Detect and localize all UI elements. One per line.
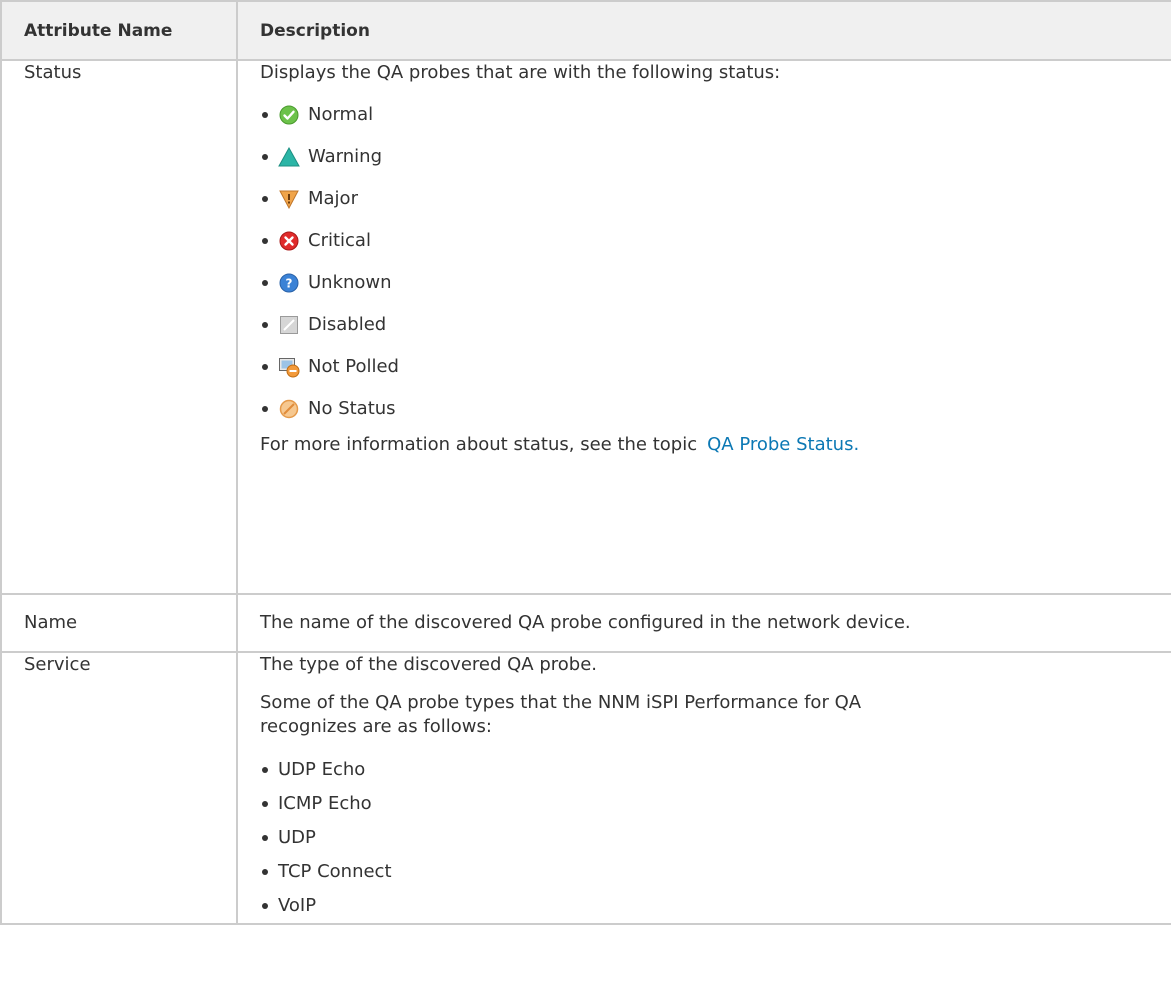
status-label: Major: [308, 188, 358, 209]
svg-text:?: ?: [286, 277, 293, 291]
list-item: ICMP Echo: [260, 787, 1161, 821]
service-type-text: The type of the discovered QA probe.: [260, 654, 597, 675]
name-description: The name of the discovered QA probe conf…: [236, 593, 1171, 653]
list-item: Disabled: [260, 307, 1161, 343]
qa-probe-status-link[interactable]: QA Probe Status.: [707, 434, 859, 455]
header-description: Description: [236, 0, 1171, 61]
list-item: Not Polled: [260, 349, 1161, 385]
critical-icon: [278, 230, 300, 252]
disabled-icon: [278, 314, 300, 336]
list-item: TCP Connect: [260, 855, 1161, 889]
unknown-icon: ?: [278, 272, 300, 294]
status-label: Unknown: [308, 272, 392, 293]
more-info-prefix: For more information about status, see t…: [260, 434, 698, 455]
list-item: Normal: [260, 97, 1161, 133]
list-item: UDP: [260, 821, 1161, 855]
status-intro: Displays the QA probes that are with the…: [260, 62, 781, 83]
service-description: The type of the discovered QA probe. Som…: [236, 651, 1171, 925]
table-row: Service The type of the discovered QA pr…: [0, 651, 1171, 925]
status-list: Normal Warning Major Critical ? Unknown …: [260, 97, 1161, 427]
attribute-table: Attribute Name Description Status Displa…: [0, 0, 1171, 925]
list-item: UDP Echo: [260, 753, 1161, 787]
normal-icon: [278, 104, 300, 126]
status-label: Warning: [308, 146, 383, 167]
status-label: Not Polled: [308, 356, 399, 377]
status-label: Disabled: [308, 314, 387, 335]
status-label: Critical: [308, 230, 371, 251]
no-status-icon: [278, 398, 300, 420]
list-item: Major: [260, 181, 1161, 217]
list-item: Warning: [260, 139, 1161, 175]
status-label: Normal: [308, 104, 374, 125]
service-types-intro: Some of the QA probe types that the NNM …: [260, 692, 862, 737]
table-header-row: Attribute Name Description: [0, 0, 1171, 61]
not-polled-icon: [278, 356, 300, 378]
status-description: Displays the QA probes that are with the…: [236, 59, 1171, 595]
table-row: Status Displays the QA probes that are w…: [0, 59, 1171, 595]
header-attribute-name: Attribute Name: [0, 0, 238, 61]
attribute-status: Status: [0, 59, 238, 595]
attribute-name: Name: [0, 593, 238, 653]
list-item: Critical: [260, 223, 1161, 259]
warning-icon: [278, 146, 300, 168]
status-label: No Status: [308, 398, 396, 419]
list-item: VoIP: [260, 889, 1161, 923]
attribute-service: Service: [0, 651, 238, 925]
table-row: Name The name of the discovered QA probe…: [0, 593, 1171, 653]
list-item: ? Unknown: [260, 265, 1161, 301]
major-icon: [278, 188, 300, 210]
service-type-list: UDP Echo ICMP Echo UDP TCP Connect VoIP: [260, 753, 1161, 923]
more-info-text: For more information about status, see t…: [260, 433, 1161, 457]
list-item: No Status: [260, 391, 1161, 427]
